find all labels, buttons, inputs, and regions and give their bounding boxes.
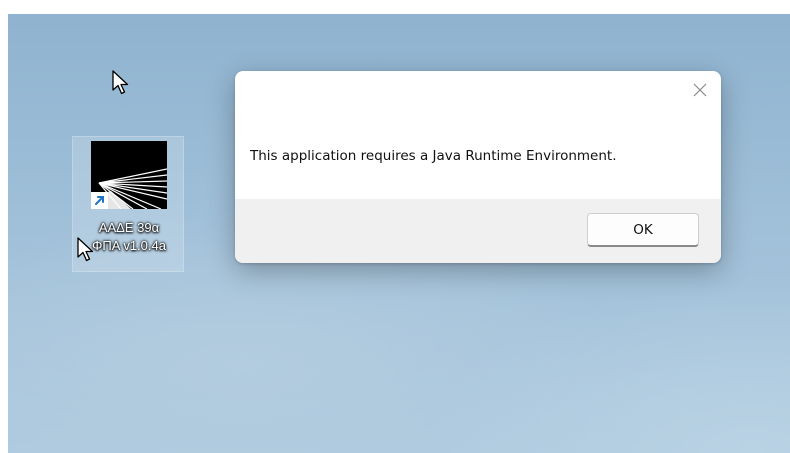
mouse-cursor-icon [77,237,94,262]
close-icon [693,83,707,97]
close-button[interactable] [689,79,711,101]
screen: ΑΑΔΕ 39α ΦΠΑ v1.0.4a This application re… [0,0,790,453]
ok-button[interactable]: OK [587,213,699,247]
dialog-footer: OK [235,199,721,263]
shortcut-arrow-icon [91,192,108,209]
mouse-cursor-icon [112,70,129,95]
shortcut-label-line1: ΑΑΔΕ 39α [98,220,160,235]
dialog-message: This application requires a Java Runtime… [250,148,617,164]
app-logo-icon [91,141,167,209]
message-dialog: This application requires a Java Runtime… [235,71,721,263]
